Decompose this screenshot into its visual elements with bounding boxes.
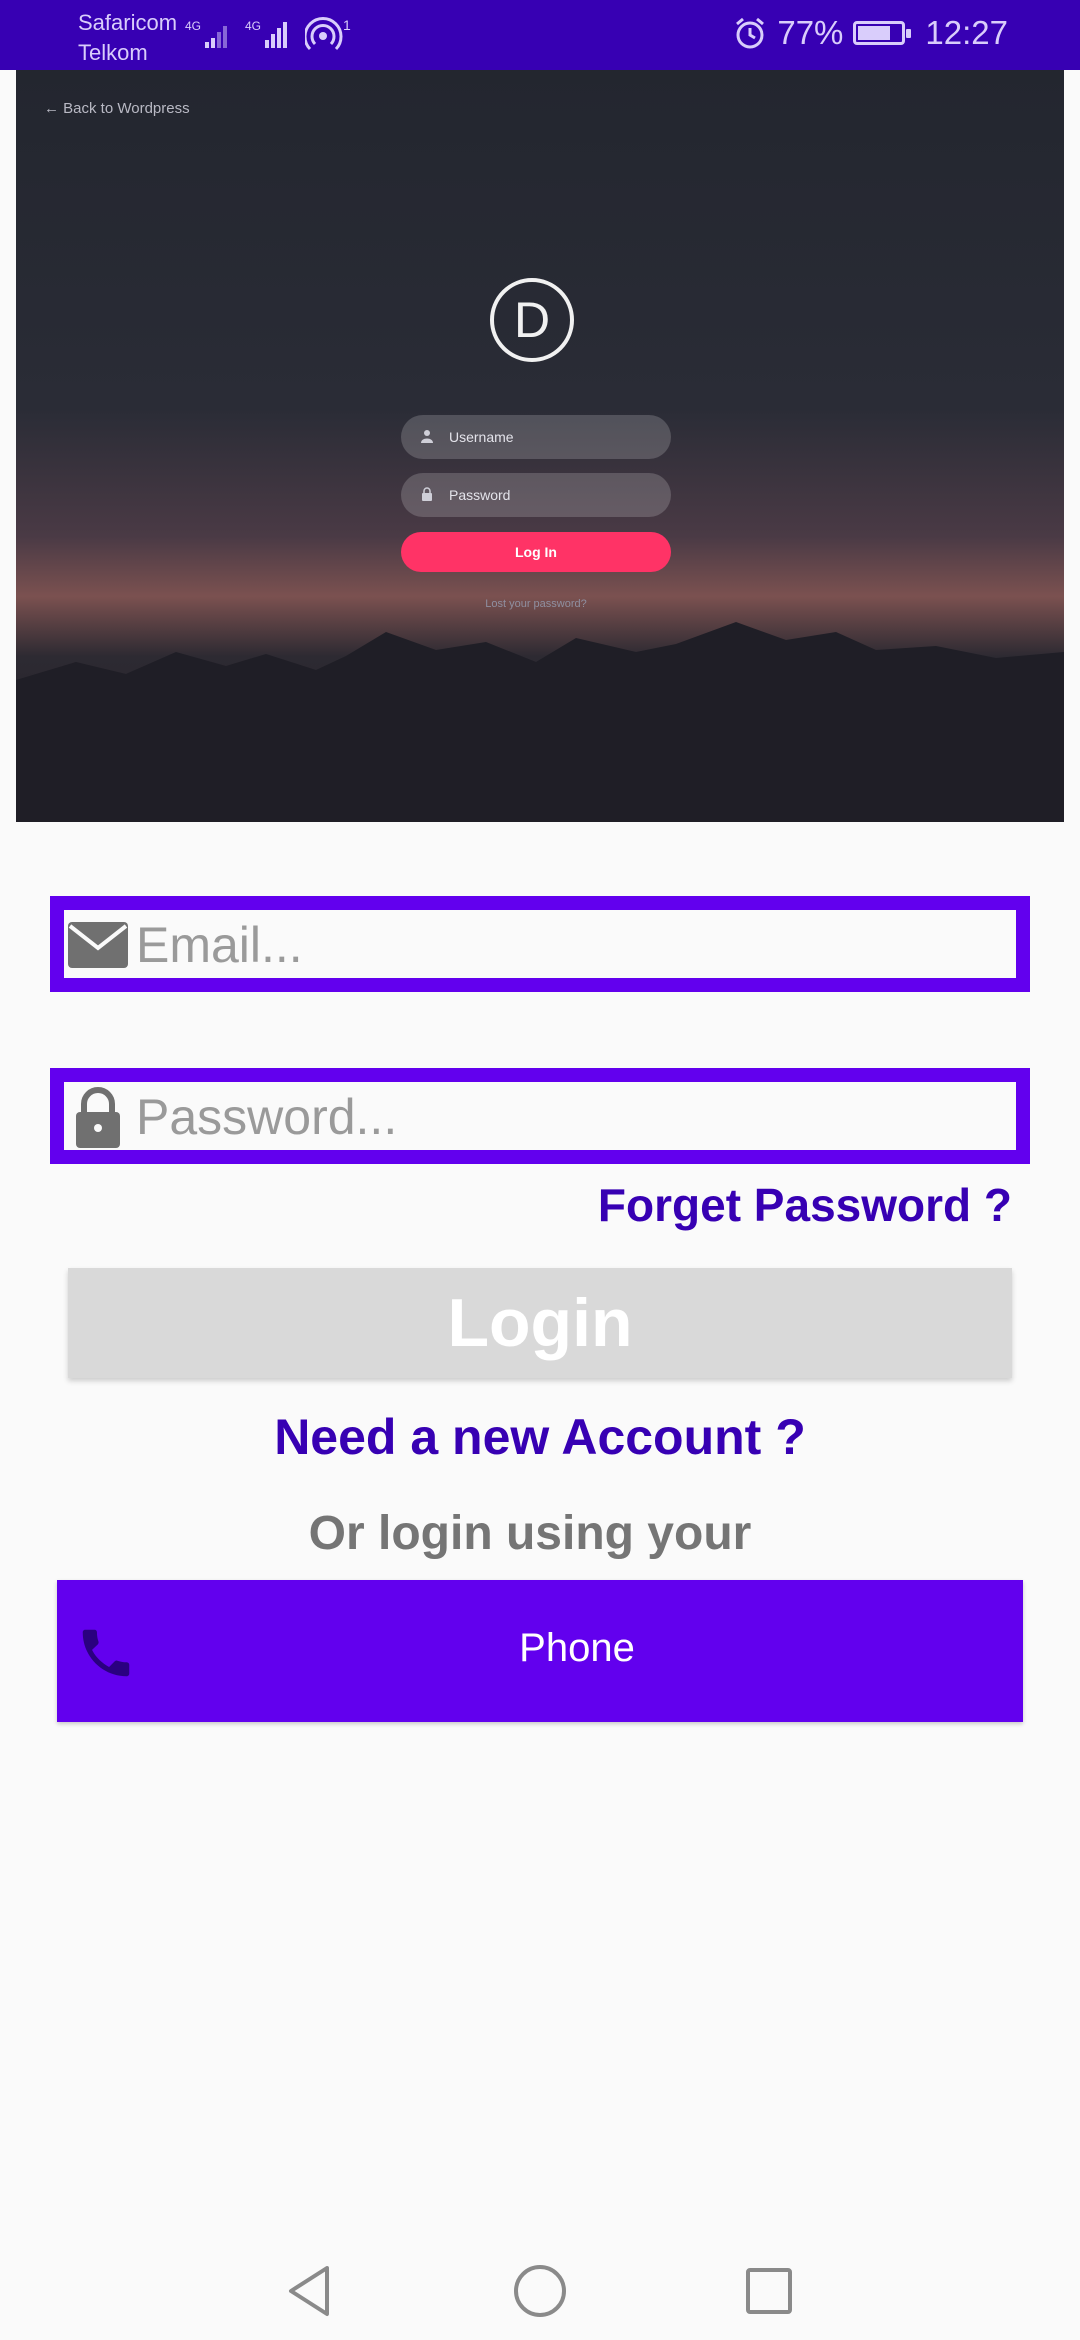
- mock-username-field: Username: [401, 415, 671, 459]
- or-login-label: Or login using your: [308, 1507, 752, 1560]
- network-label-2: 4G: [245, 19, 261, 33]
- triangle-back-icon[interactable]: [275, 2256, 345, 2326]
- phone-login-button[interactable]: Phone: [57, 1580, 1023, 1722]
- alarm-icon: [736, 17, 765, 49]
- network-label-1: 4G: [185, 19, 201, 33]
- hero-image: ← Back to Wordpress D Username Password …: [16, 70, 1064, 822]
- mock-password-placeholder: Password: [449, 487, 511, 503]
- clock: 12:27: [925, 14, 1008, 51]
- battery-icon: [853, 21, 912, 45]
- status-right: 77% 12:27: [733, 14, 1008, 52]
- hotspot-icon: 1: [305, 17, 351, 51]
- user-icon: [421, 430, 433, 443]
- mock-password-field: Password: [401, 473, 671, 517]
- lock-icon-small: [422, 487, 432, 501]
- mock-username-placeholder: Username: [449, 429, 514, 445]
- login-button[interactable]: Login: [68, 1268, 1012, 1378]
- phone-button-label: Phone: [519, 1626, 635, 1670]
- mock-login-button: Log In: [401, 532, 671, 572]
- envelope-icon: [68, 922, 128, 968]
- square-recents-icon[interactable]: [734, 2256, 804, 2326]
- email-field[interactable]: [50, 896, 1030, 992]
- divi-logo: D: [490, 278, 574, 362]
- password-field[interactable]: [50, 1068, 1030, 1164]
- battery-percent: 77%: [777, 14, 844, 51]
- hotspot-count: 1: [343, 17, 351, 33]
- lock-icon: [76, 1087, 120, 1148]
- circle-home-icon[interactable]: [505, 2256, 575, 2326]
- forget-password-link[interactable]: Forget Password ?: [598, 1178, 1012, 1232]
- password-input[interactable]: [134, 1082, 1008, 1152]
- signal-icon-2: 4G: [245, 19, 287, 48]
- mountain-silhouette: [16, 622, 1064, 822]
- carrier-name-1: Safaricom: [78, 10, 178, 35]
- status-bar: Safaricom Telkom 4G 4G 1 77% 12:27: [0, 0, 1080, 70]
- new-account-link[interactable]: Need a new Account ?: [0, 1408, 1080, 1466]
- carrier-name-2: Telkom: [78, 40, 148, 65]
- carrier-info: Safaricom Telkom: [78, 8, 177, 68]
- signal-icon-1: 4G: [185, 19, 227, 48]
- navigation-bar: [0, 2240, 1080, 2340]
- back-link-text: ← Back to Wordpress: [44, 100, 190, 117]
- email-input[interactable]: [134, 910, 1008, 980]
